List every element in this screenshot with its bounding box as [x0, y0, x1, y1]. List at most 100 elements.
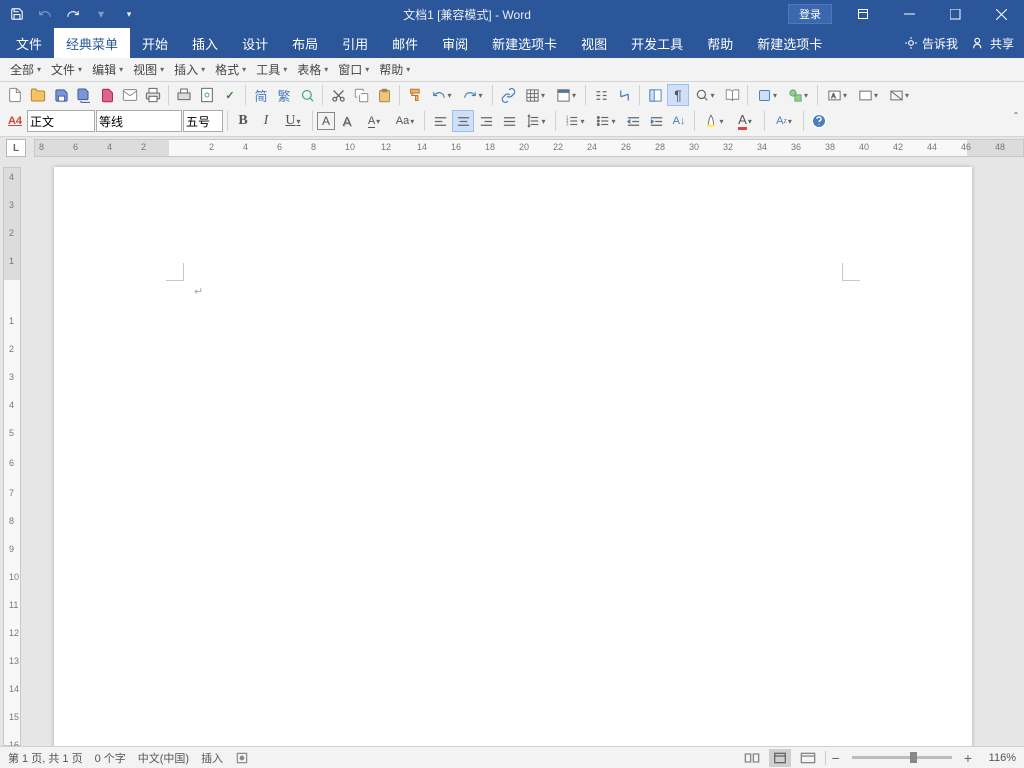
- tab-design[interactable]: 设计: [230, 28, 280, 58]
- indent-increase-icon[interactable]: [645, 110, 667, 132]
- tab-home[interactable]: 开始: [130, 28, 180, 58]
- styles-icon[interactable]: A4: [4, 110, 26, 132]
- qat-customize-icon[interactable]: ▾: [116, 2, 142, 26]
- textbox-icon[interactable]: A: [822, 84, 852, 106]
- italic-icon[interactable]: I: [255, 110, 277, 132]
- menu-format[interactable]: 格式: [211, 59, 250, 80]
- docmap-icon[interactable]: [644, 84, 666, 106]
- table-insert-icon[interactable]: [520, 84, 550, 106]
- object-icon[interactable]: [884, 84, 914, 106]
- readmode-icon[interactable]: [741, 749, 763, 767]
- tab-review[interactable]: 审阅: [430, 28, 480, 58]
- align-left-icon[interactable]: [429, 110, 451, 132]
- share-button[interactable]: 共享: [972, 35, 1014, 52]
- tab-mail[interactable]: 邮件: [380, 28, 430, 58]
- menu-view[interactable]: 视图: [129, 59, 168, 80]
- menu-tool[interactable]: 工具: [252, 59, 291, 80]
- paste-icon[interactable]: [373, 84, 395, 106]
- highlight-icon[interactable]: [699, 110, 729, 132]
- charshadow-icon[interactable]: A: [336, 110, 358, 132]
- align-center-icon[interactable]: [452, 110, 474, 132]
- spellcheck-icon[interactable]: ✓: [219, 84, 241, 106]
- vertical-ruler[interactable]: 43211234567891011121314151617: [3, 167, 21, 746]
- zoom-level[interactable]: 116%: [978, 752, 1016, 764]
- linespacing-icon[interactable]: [521, 110, 551, 132]
- email-icon[interactable]: [119, 84, 141, 106]
- save-toolbar-icon[interactable]: [50, 84, 72, 106]
- align-right-icon[interactable]: [475, 110, 497, 132]
- maximize-icon[interactable]: [932, 0, 978, 28]
- phonetic-icon[interactable]: Az: [769, 110, 799, 132]
- tellme-button[interactable]: 告诉我: [904, 35, 958, 52]
- ribbon-options-icon[interactable]: [840, 0, 886, 28]
- tab-newtab2[interactable]: 新建选项卡: [745, 28, 834, 58]
- menu-edit[interactable]: 编辑: [88, 59, 127, 80]
- qat-more-icon[interactable]: ▾: [88, 2, 114, 26]
- undo-icon[interactable]: [32, 2, 58, 26]
- macro-icon[interactable]: [235, 751, 249, 765]
- cut-icon[interactable]: [327, 84, 349, 106]
- weblayout-icon[interactable]: [797, 749, 819, 767]
- tab-insert[interactable]: 插入: [180, 28, 230, 58]
- help-icon[interactable]: [808, 110, 830, 132]
- zoom-in-icon[interactable]: +: [964, 750, 972, 766]
- save-icon[interactable]: [4, 2, 30, 26]
- minimize-icon[interactable]: [886, 0, 932, 28]
- font-selector[interactable]: [96, 110, 182, 132]
- tab-classic[interactable]: 经典菜单: [54, 28, 130, 58]
- forms-icon[interactable]: [752, 84, 782, 106]
- formatpainter-icon[interactable]: [404, 84, 426, 106]
- saveall-icon[interactable]: [73, 84, 95, 106]
- menu-file[interactable]: 文件: [47, 59, 86, 80]
- tab-reference[interactable]: 引用: [330, 28, 380, 58]
- tab-view[interactable]: 视图: [569, 28, 619, 58]
- zoom-out-icon[interactable]: −: [832, 750, 840, 766]
- status-mode[interactable]: 插入: [201, 750, 223, 766]
- simplified-icon[interactable]: 繁: [273, 84, 295, 106]
- copy-icon[interactable]: [350, 84, 372, 106]
- media-icon[interactable]: [853, 84, 883, 106]
- tab-file[interactable]: 文件: [4, 28, 54, 58]
- size-selector[interactable]: [183, 110, 223, 132]
- indent-decrease-icon[interactable]: [622, 110, 644, 132]
- charborder-icon[interactable]: A: [317, 112, 335, 130]
- preview-icon[interactable]: [196, 84, 218, 106]
- bold-icon[interactable]: B: [232, 110, 254, 132]
- menu-help[interactable]: 帮助: [375, 59, 414, 80]
- numbering-icon[interactable]: 123: [560, 110, 590, 132]
- underline-icon[interactable]: U: [278, 110, 308, 132]
- changecase-icon[interactable]: Aa: [390, 110, 420, 132]
- tab-newtab1[interactable]: 新建选项卡: [480, 28, 569, 58]
- traditional-icon[interactable]: 简: [250, 84, 272, 106]
- redo-toolbar-icon[interactable]: [458, 84, 488, 106]
- drawing-icon[interactable]: [613, 84, 635, 106]
- close-icon[interactable]: [978, 0, 1024, 28]
- new-icon[interactable]: [4, 84, 26, 106]
- horizontal-ruler[interactable]: 8642246810121416182022242628303234363840…: [34, 139, 1024, 157]
- insert-excel-icon[interactable]: [551, 84, 581, 106]
- style-selector[interactable]: [27, 110, 95, 132]
- tab-dev[interactable]: 开发工具: [619, 28, 695, 58]
- columns-icon[interactable]: [590, 84, 612, 106]
- open-icon[interactable]: [27, 84, 49, 106]
- print-icon[interactable]: [142, 84, 164, 106]
- autoshape-icon[interactable]: [783, 84, 813, 106]
- menu-insert[interactable]: 插入: [170, 59, 209, 80]
- status-page[interactable]: 第 1 页, 共 1 页: [8, 750, 83, 766]
- align-justify-icon[interactable]: [498, 110, 520, 132]
- fontcolor-icon[interactable]: A: [730, 110, 760, 132]
- undo-toolbar-icon[interactable]: [427, 84, 457, 106]
- tab-help[interactable]: 帮助: [695, 28, 745, 58]
- menu-table[interactable]: 表格: [293, 59, 332, 80]
- reading-icon[interactable]: [721, 84, 743, 106]
- printlayout-icon[interactable]: [769, 749, 791, 767]
- collapse-ribbon-icon[interactable]: ˆ: [1014, 110, 1018, 124]
- permission-icon[interactable]: [96, 84, 118, 106]
- status-words[interactable]: 0 个字: [95, 750, 126, 766]
- tab-selector[interactable]: L: [6, 139, 26, 157]
- tab-layout[interactable]: 布局: [280, 28, 330, 58]
- menu-all[interactable]: 全部: [6, 59, 45, 80]
- quickprint-icon[interactable]: [173, 84, 195, 106]
- page[interactable]: ↵: [54, 167, 972, 746]
- status-lang[interactable]: 中文(中国): [138, 750, 189, 766]
